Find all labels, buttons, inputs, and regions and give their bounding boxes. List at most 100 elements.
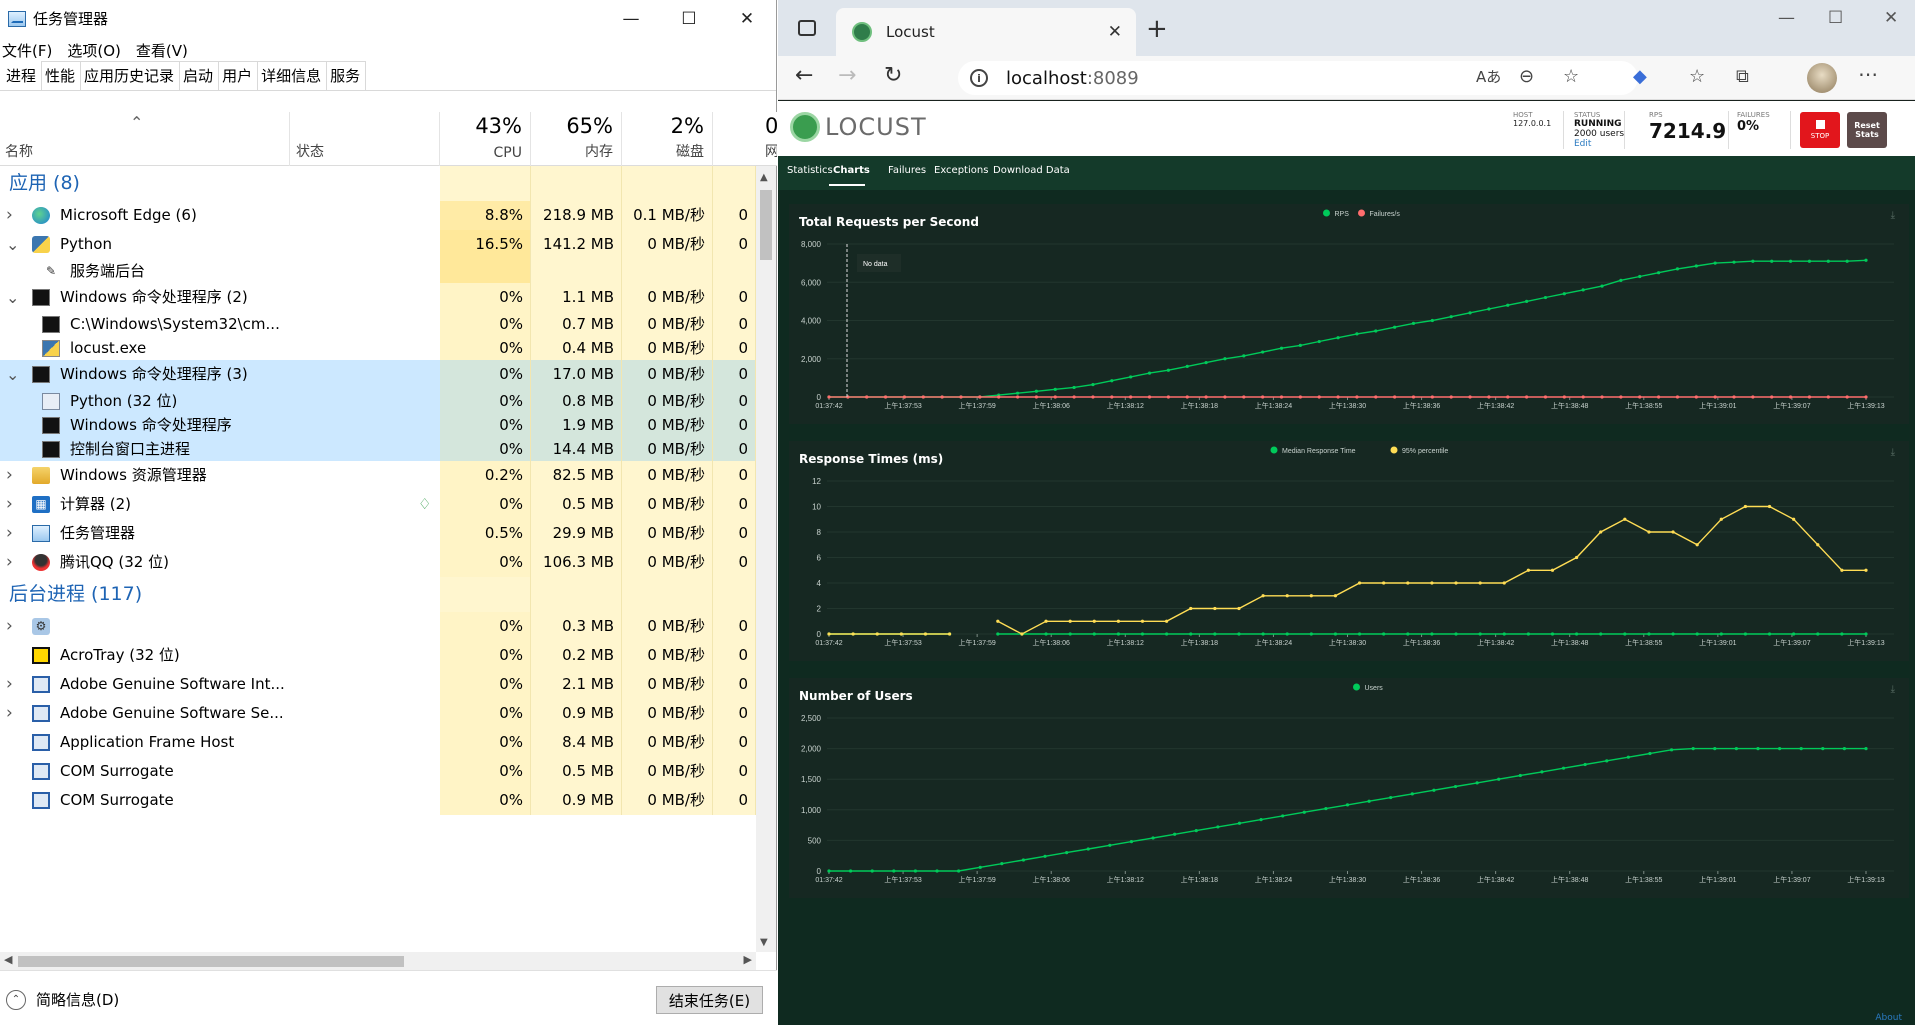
tab-exceptions[interactable]: Exceptions	[934, 165, 988, 176]
new-tab-button[interactable]: +	[1146, 14, 1168, 44]
tab-app-history[interactable]: 应用历史记录	[80, 61, 181, 90]
process-row[interactable]: ✎ 服务端后台	[0, 259, 756, 283]
menu-file[interactable]: 文件(F)	[2, 40, 52, 61]
col-cpu[interactable]: 43% CPU	[440, 112, 531, 166]
close-button[interactable]: ✕	[718, 0, 776, 37]
avatar[interactable]	[1807, 63, 1837, 93]
vertical-scrollbar[interactable]: ▲ ▼	[756, 166, 776, 952]
favorites-icon[interactable]: ☆	[1689, 66, 1705, 87]
browser-maximize-button[interactable]: ☐	[1828, 8, 1843, 28]
process-row[interactable]: › ▦ 计算器 (2) ♢ 0% 0.5 MB 0 MB/秒 0	[0, 490, 756, 519]
chevron-down-icon[interactable]: ⌄	[6, 230, 19, 259]
browser-tab-locust[interactable]: Locust ✕	[836, 8, 1136, 56]
process-row[interactable]: › Adobe Genuine Software Se... 0% 0.9 MB 0 M…	[0, 699, 756, 728]
process-row[interactable]: › Adobe Genuine Software Int... 0% 2.1 MB 0 …	[0, 670, 756, 699]
chevron-right-icon[interactable]: ›	[6, 201, 13, 230]
reset-stats-button[interactable]: Reset Stats	[1847, 112, 1887, 148]
tab-performance[interactable]: 性能	[41, 61, 82, 90]
scroll-left-icon[interactable]: ◀	[4, 953, 12, 966]
x-tick-label: 上午1:38:18	[1181, 638, 1218, 647]
process-row[interactable]: COM Surrogate 0% 0.9 MB 0 MB/秒 0	[0, 786, 756, 815]
hscrollbar-thumb[interactable]	[18, 956, 404, 967]
more-icon[interactable]: ⋯	[1858, 62, 1878, 86]
col-name[interactable]: ⌃ 名称	[0, 112, 290, 166]
process-row[interactable]: ⌄ Python 16.5% 141.2 MB 0 MB/秒 0	[0, 230, 756, 259]
tab-failures[interactable]: Failures	[888, 165, 926, 176]
minimize-button[interactable]: —	[602, 0, 660, 37]
read-aloud-icon[interactable]: Aあ	[1476, 66, 1501, 87]
process-row[interactable]: › Microsoft Edge (6) 8.8% 218.9 MB 0.1 MB/秒 0	[0, 201, 756, 230]
col-memory[interactable]: 65% 内存	[531, 112, 622, 166]
process-row[interactable]: Python (32 位) 0% 0.8 MB 0 MB/秒 0	[0, 389, 756, 413]
tab-actions-icon[interactable]	[798, 20, 816, 36]
download-icon[interactable]: ⤓	[1891, 447, 1895, 458]
chevron-right-icon[interactable]: ›	[6, 490, 13, 519]
favorite-add-icon[interactable]: ☆	[1563, 66, 1579, 87]
chevron-right-icon[interactable]: ›	[6, 548, 13, 577]
scroll-up-icon[interactable]: ▲	[760, 172, 768, 183]
process-row[interactable]: AcroTray (32 位) 0% 0.2 MB 0 MB/秒 0	[0, 641, 756, 670]
process-row[interactable]: Windows 命令处理程序 0% 1.9 MB 0 MB/秒 0	[0, 413, 756, 437]
site-info-icon[interactable]: i	[970, 69, 988, 87]
browser-close-button[interactable]: ✕	[1884, 8, 1898, 28]
process-row[interactable]: COM Surrogate 0% 0.5 MB 0 MB/秒 0	[0, 757, 756, 786]
locust-page: LOCUST HOST 127.0.0.1 STATUS RUNNING 200…	[778, 101, 1915, 1025]
chevron-down-icon[interactable]: ⌄	[6, 283, 19, 312]
collections-icon[interactable]: ⧉	[1736, 66, 1749, 87]
scroll-right-icon[interactable]: ▶	[744, 953, 752, 966]
col-disk[interactable]: 2% 磁盘	[622, 112, 713, 166]
process-row[interactable]: C:\Windows\System32\cm... 0% 0.7 MB 0 MB/秒 0	[0, 312, 756, 336]
maximize-button[interactable]: ☐	[660, 0, 718, 37]
chevron-right-icon[interactable]: ›	[6, 519, 13, 548]
scrollbar-thumb[interactable]	[760, 190, 772, 260]
process-row[interactable]: ⌄ Windows 命令处理程序 (3) 0% 17.0 MB 0 MB/秒 0	[0, 360, 756, 389]
process-row[interactable]: Application Frame Host 0% 8.4 MB 0 MB/秒 0	[0, 728, 756, 757]
tab-details[interactable]: 详细信息	[257, 61, 328, 90]
tab-users[interactable]: 用户	[218, 61, 259, 90]
download-icon[interactable]: ⤓	[1891, 210, 1895, 221]
chevron-right-icon[interactable]: ›	[6, 461, 13, 490]
chevron-right-icon[interactable]: ›	[6, 699, 13, 728]
chevron-right-icon[interactable]: ›	[6, 612, 13, 641]
menu-options[interactable]: 选项(O)	[67, 40, 121, 61]
x-tick-label: 上午1:38:48	[1551, 638, 1588, 647]
col-network[interactable]: 0 网	[713, 112, 777, 166]
process-row[interactable]: › ⚙ 0% 0.3 MB 0 MB/秒 0	[0, 612, 756, 641]
tab-download-data[interactable]: Download Data	[993, 165, 1070, 176]
tab-startup[interactable]: 启动	[179, 61, 220, 90]
mem-value: 0.9 MB	[562, 704, 614, 722]
reload-button[interactable]: ↻	[884, 63, 902, 88]
scroll-down-icon[interactable]: ▼	[760, 937, 768, 948]
tab-processes[interactable]: 进程	[2, 61, 43, 90]
chevron-down-icon[interactable]: ⌄	[6, 360, 19, 389]
process-row[interactable]: 控制台窗口主进程 0% 14.4 MB 0 MB/秒 0	[0, 437, 756, 461]
tab-statistics[interactable]: Statistics	[787, 165, 833, 176]
url-field[interactable]: i localhost:8089	[958, 61, 1638, 95]
download-icon[interactable]: ⤓	[1891, 684, 1895, 695]
process-row[interactable]: › 腾讯QQ (32 位) 0% 106.3 MB 0 MB/秒 0	[0, 548, 756, 577]
tab-close-icon[interactable]: ✕	[1108, 22, 1122, 42]
end-task-button[interactable]: 结束任务(E)	[656, 986, 763, 1014]
about-link[interactable]: About	[1875, 1013, 1902, 1023]
tab-services[interactable]: 服务	[326, 61, 367, 90]
col-status[interactable]: 状态	[290, 112, 440, 166]
horizontal-scrollbar[interactable]: ◀ ▶	[0, 952, 756, 970]
tab-charts[interactable]: Charts	[833, 165, 870, 176]
process-row[interactable]: ⌄ Windows 命令处理程序 (2) 0% 1.1 MB 0 MB/秒 0	[0, 283, 756, 312]
rps-value: 7214.9	[1649, 119, 1727, 143]
process-row[interactable]: › Windows 资源管理器 0.2% 82.5 MB 0 MB/秒 0	[0, 461, 756, 490]
chevron-right-icon[interactable]: ›	[6, 670, 13, 699]
back-button[interactable]: ←	[795, 63, 813, 88]
forward-button[interactable]: →	[838, 63, 856, 88]
data-point	[1581, 288, 1585, 292]
fewer-details-button[interactable]: ⌃ 简略信息(D)	[6, 989, 119, 1010]
zoom-out-icon[interactable]: ⊖	[1519, 66, 1534, 87]
process-row[interactable]: locust.exe 0% 0.4 MB 0 MB/秒 0	[0, 336, 756, 360]
menu-view[interactable]: 查看(V)	[136, 40, 188, 61]
cpu-percent: 43%	[475, 114, 522, 138]
edit-users-link[interactable]: Edit	[1574, 139, 1624, 149]
process-row[interactable]: › 任务管理器 0.5% 29.9 MB 0 MB/秒 0	[0, 519, 756, 548]
stop-button[interactable]: STOP	[1800, 112, 1840, 148]
extension-icon[interactable]: ◆	[1633, 66, 1647, 87]
browser-minimize-button[interactable]: —	[1778, 8, 1795, 28]
